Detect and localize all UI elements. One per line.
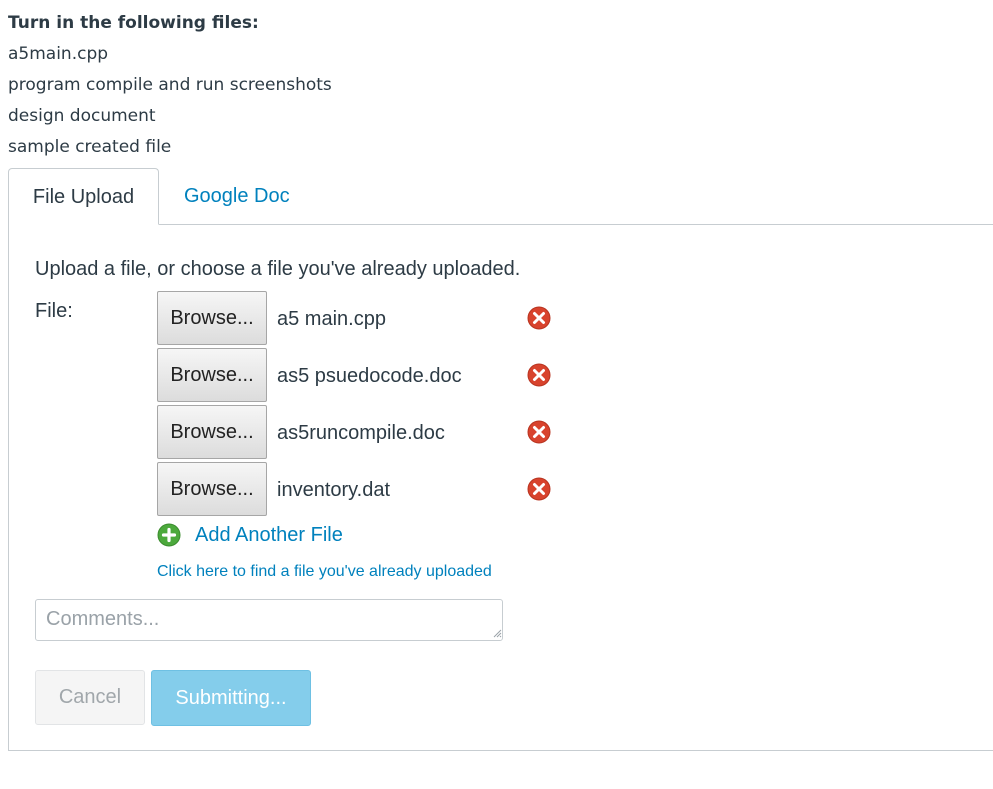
resize-grip-icon[interactable] [493, 629, 502, 638]
required-file-item: a5main.cpp [8, 44, 109, 64]
selected-file-name: as5runcompile.doc [277, 422, 445, 444]
browse-button[interactable]: Browse... [157, 405, 267, 459]
browse-button[interactable]: Browse... [157, 348, 267, 402]
cancel-button[interactable]: Cancel [35, 670, 145, 725]
instructions-heading: Turn in the following files: [8, 13, 259, 33]
selected-file-name: inventory.dat [277, 479, 391, 501]
remove-file-icon[interactable] [527, 363, 551, 387]
find-uploaded-file-link[interactable]: Click here to find a file you've already… [157, 563, 492, 581]
file-label: File: [35, 300, 73, 322]
file-upload-panel: Upload a file, or choose a file you've a… [8, 224, 993, 751]
tab-google-doc[interactable]: Google Doc [184, 168, 290, 223]
browse-button[interactable]: Browse... [157, 291, 267, 345]
add-another-file-link[interactable]: Add Another File [157, 522, 343, 548]
remove-file-icon[interactable] [527, 477, 551, 501]
file-row: Browse... a5 main.cpp [157, 291, 577, 347]
selected-file-name: a5 main.cpp [277, 308, 386, 330]
upload-prompt: Upload a file, or choose a file you've a… [35, 258, 521, 280]
submission-tabs: File Upload Google Doc [8, 168, 993, 225]
selected-file-name: as5 psuedocode.doc [277, 365, 462, 387]
remove-file-icon[interactable] [527, 306, 551, 330]
file-row: Browse... as5runcompile.doc [157, 405, 577, 461]
browse-button[interactable]: Browse... [157, 462, 267, 516]
remove-file-icon[interactable] [527, 420, 551, 444]
add-another-file-label: Add Another File [195, 523, 343, 546]
required-file-item: program compile and run screenshots [8, 75, 332, 95]
file-row: Browse... as5 psuedocode.doc [157, 348, 577, 404]
tab-file-upload[interactable]: File Upload [8, 168, 159, 225]
required-file-item: design document [8, 106, 156, 126]
comments-input[interactable] [35, 599, 503, 641]
assignment-instructions: Turn in the following files: a5main.cpp … [8, 8, 332, 163]
submit-button[interactable]: Submitting... [151, 670, 311, 726]
file-row: Browse... inventory.dat [157, 462, 577, 518]
add-circle-icon [157, 523, 181, 547]
required-file-item: sample created file [8, 137, 172, 157]
